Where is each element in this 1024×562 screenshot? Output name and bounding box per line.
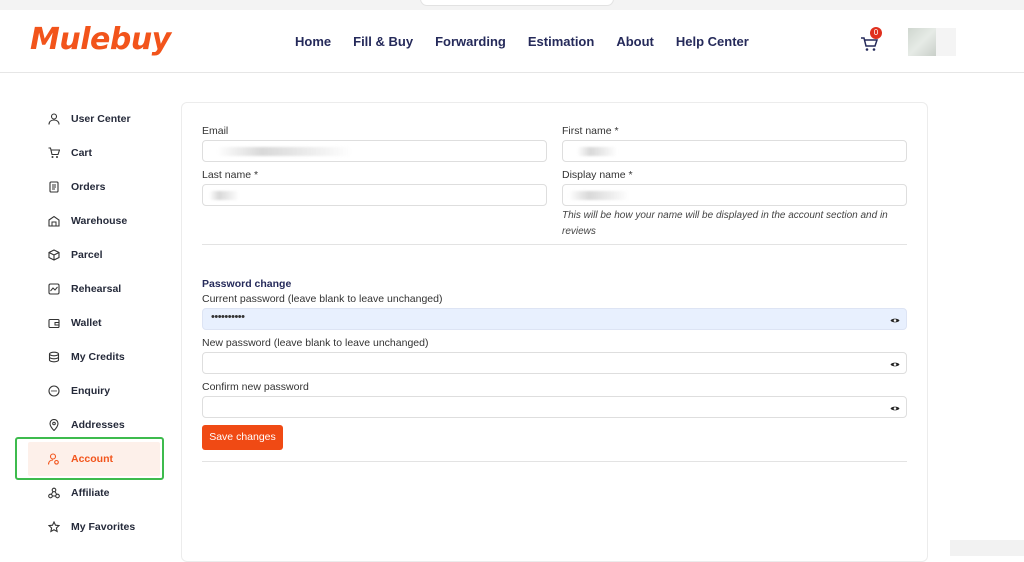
current-password-value: ••••••••••	[211, 311, 245, 323]
nav-forwarding[interactable]: Forwarding	[435, 34, 506, 49]
warehouse-icon	[48, 215, 60, 227]
nav-home[interactable]: Home	[295, 34, 331, 49]
orders-icon	[49, 181, 59, 193]
main-nav: Home Fill & Buy Forwarding Estimation Ab…	[295, 34, 771, 49]
confirm-password-field[interactable]	[202, 396, 907, 418]
sidebar-item-label: Enquiry	[71, 385, 111, 397]
last-name-field[interactable]	[202, 184, 547, 206]
sidebar-item-label: Affiliate	[71, 487, 110, 499]
cart-count-badge: 0	[870, 27, 882, 39]
credits-icon	[48, 351, 60, 363]
confirm-password-label: Confirm new password	[202, 381, 309, 393]
display-name-hint: This will be how your name will be displ…	[562, 210, 888, 237]
site-header: Mulebuy Home Fill & Buy Forwarding Estim…	[0, 10, 1024, 73]
sidebar-item-label: Rehearsal	[71, 283, 122, 295]
sidebar-item-my-credits[interactable]: My Credits	[16, 340, 166, 374]
sidebar-item-user-center[interactable]: User Center	[16, 102, 166, 136]
user-icon	[48, 113, 60, 125]
eye-icon[interactable]	[890, 361, 900, 368]
sidebar-item-label: Addresses	[71, 419, 125, 431]
brand-logo[interactable]: Mulebuy	[30, 22, 171, 57]
selection-highlight	[15, 437, 164, 480]
current-password-field[interactable]: ••••••••••	[202, 308, 907, 330]
nav-fill-buy[interactable]: Fill & Buy	[353, 34, 413, 49]
sidebar-item-label: User Center	[71, 113, 131, 125]
sidebar-item-label: Wallet	[71, 317, 102, 329]
email-field[interactable]	[202, 140, 547, 162]
new-password-field[interactable]	[202, 352, 907, 374]
nav-estimation[interactable]: Estimation	[528, 34, 594, 49]
rehearsal-icon	[48, 283, 60, 295]
first-name-field[interactable]	[562, 140, 907, 162]
avatar[interactable]	[908, 28, 936, 56]
sidebar-item-cart[interactable]: Cart	[16, 136, 166, 170]
eye-icon[interactable]	[890, 317, 900, 324]
sidebar-item-rehearsal[interactable]: Rehearsal	[16, 272, 166, 306]
sidebar-item-enquiry[interactable]: Enquiry	[16, 374, 166, 408]
sidebar-item-wallet[interactable]: Wallet	[16, 306, 166, 340]
current-password-label: Current password (leave blank to leave u…	[202, 293, 443, 305]
sidebar-item-label: Cart	[71, 147, 93, 159]
first-name-label: First name *	[562, 125, 619, 137]
new-password-label: New password (leave blank to leave uncha…	[202, 337, 429, 349]
sidebar-item-orders[interactable]: Orders	[16, 170, 166, 204]
star-icon	[48, 521, 60, 533]
sidebar-item-label: Warehouse	[71, 215, 128, 227]
cart-icon	[48, 147, 60, 158]
eye-icon[interactable]	[890, 405, 900, 412]
sidebar-item-label: My Credits	[71, 351, 125, 363]
sidebar-item-parcel[interactable]: Parcel	[16, 238, 166, 272]
address-bar[interactable]	[420, 0, 614, 6]
location-icon	[49, 419, 59, 431]
email-label: Email	[202, 125, 229, 137]
account-details-panel	[181, 102, 928, 562]
sidebar-item-my-favorites[interactable]: My Favorites	[16, 510, 166, 544]
enquiry-icon	[48, 385, 60, 397]
display-name-label: Display name *	[562, 169, 633, 181]
form-bottom-divider	[202, 461, 907, 462]
wallet-icon	[48, 318, 60, 329]
sidebar-item-affiliate[interactable]: Affiliate	[16, 476, 166, 510]
sidebar-item-label: Orders	[71, 181, 106, 193]
display-name-field[interactable]	[562, 184, 907, 206]
nav-about[interactable]: About	[616, 34, 654, 49]
corner-overlay	[950, 540, 1024, 556]
last-name-label: Last name *	[202, 169, 259, 181]
sidebar-item-label: My Favorites	[71, 521, 136, 533]
sidebar-item-label: Parcel	[71, 249, 103, 261]
section-divider	[202, 244, 907, 245]
save-changes-button[interactable]: Save changes	[202, 425, 283, 450]
nav-help-center[interactable]: Help Center	[676, 34, 749, 49]
password-change-title: Password change	[202, 278, 292, 290]
affiliate-icon	[48, 487, 60, 499]
parcel-icon	[48, 249, 60, 261]
browser-top-strip	[0, 0, 1024, 10]
sidebar-item-warehouse[interactable]: Warehouse	[16, 204, 166, 238]
avatar-background	[936, 28, 956, 56]
